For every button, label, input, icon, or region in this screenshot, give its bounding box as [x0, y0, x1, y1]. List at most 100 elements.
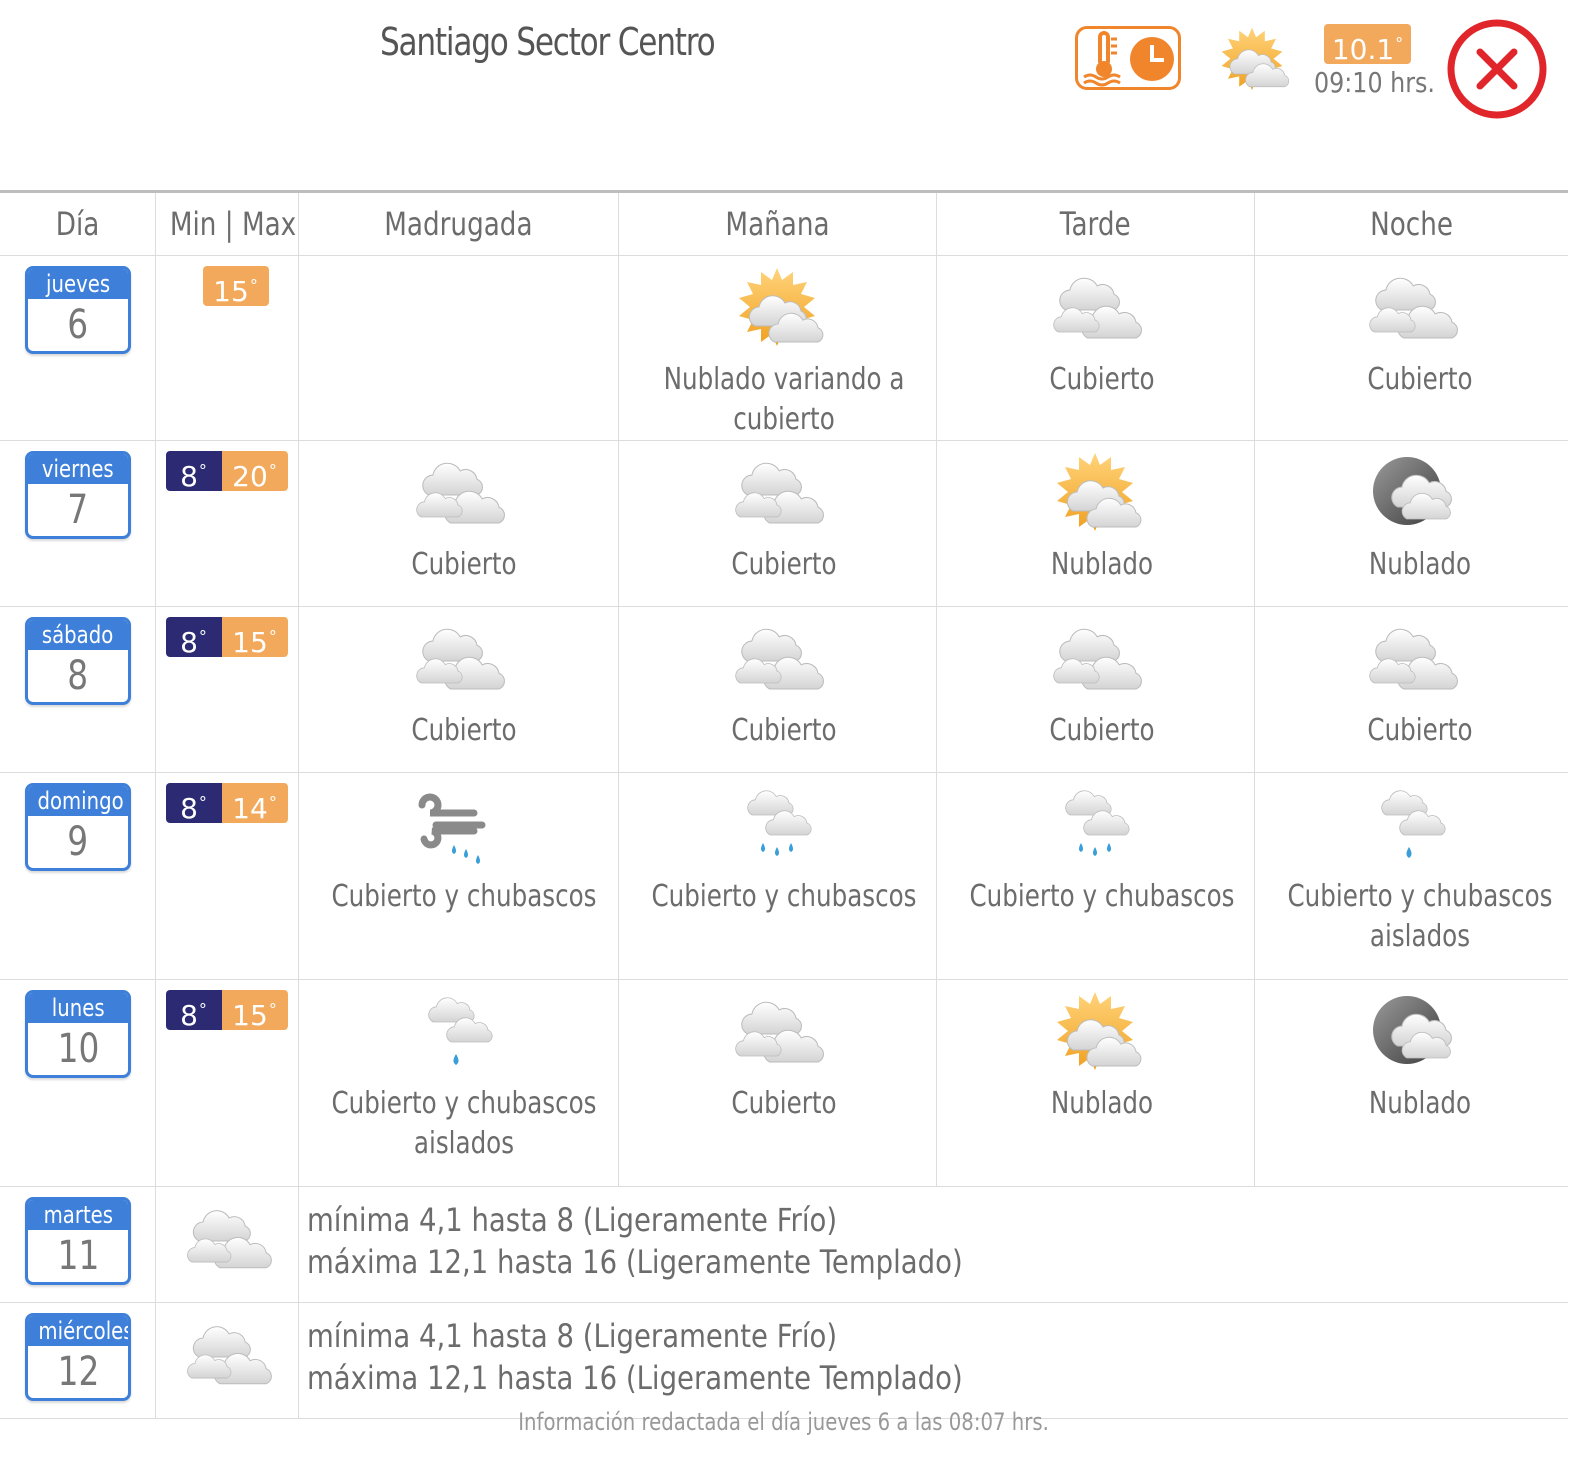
- forecast-table: Día Min | Max Madrugada Mañana Tarde Noc…: [0, 190, 1568, 1419]
- moon-cloud-icon: [1361, 990, 1461, 1080]
- overcast-icon: [727, 451, 827, 541]
- period-description: Nublado variando a cubierto: [663, 362, 904, 437]
- period-description: Nublado: [1050, 547, 1153, 582]
- minmax-cell: 15°: [154, 255, 299, 441]
- table-row: sábado 8 8° 15° Cubierto Cubierto Cubierto Cu…: [0, 606, 1568, 773]
- max-temperature: 15°: [202, 266, 269, 308]
- column-header-minmax: Min | Max: [154, 191, 299, 256]
- max-range-text: máxima 12,1 hasta 16 (Ligeramente Templa…: [306, 1359, 963, 1397]
- day-badge: jueves 6: [25, 266, 131, 354]
- day-badge: sábado 8: [25, 617, 131, 705]
- day-number: 8: [67, 653, 89, 699]
- period-cell: Cubierto: [935, 606, 1255, 773]
- overcast-icon: [1045, 617, 1145, 707]
- min-temperature: 8°: [165, 990, 222, 1032]
- period-cell: Cubierto: [617, 979, 937, 1187]
- partly-cloudy-sun-icon: [1212, 26, 1292, 98]
- period-description: Cubierto: [730, 547, 837, 582]
- overcast-icon: [1361, 266, 1461, 356]
- day-badge: domingo 9: [25, 783, 131, 871]
- day-name: jueves: [28, 269, 128, 299]
- cloud-drop-icon: [408, 990, 508, 1080]
- day-name: domingo: [28, 786, 128, 816]
- min-range-text: mínima 4,1 hasta 8 (Ligeramente Frío): [306, 1201, 837, 1239]
- day-badge: miércoles 12: [25, 1313, 131, 1401]
- footer-note: Información redactada el día jueves 6 a …: [518, 1408, 1050, 1436]
- thermometer-clock-button[interactable]: [1075, 26, 1181, 90]
- period-description: Cubierto: [410, 547, 517, 582]
- period-cell: Nublado: [935, 440, 1255, 607]
- period-description: Cubierto: [410, 713, 517, 748]
- max-temperature: 14°: [221, 783, 288, 825]
- period-cell: Cubierto y chubascos: [297, 772, 619, 980]
- overcast-icon: [408, 617, 508, 707]
- day-cell: martes 11: [0, 1186, 156, 1303]
- day-cell: sábado 8: [0, 606, 156, 773]
- table-row: domingo 9 8° 14° Cubierto y chubascos Cubie…: [0, 772, 1568, 980]
- day-number: 7: [67, 487, 89, 533]
- sun-cloud-icon: [1045, 990, 1145, 1080]
- minmax-cell: 8° 15°: [154, 979, 299, 1187]
- table-row: jueves 6 15° Nublado variando a cubierto C…: [0, 255, 1568, 441]
- minmax-cell: 8° 20°: [154, 440, 299, 607]
- current-temperature: 10.1°: [1324, 24, 1411, 66]
- current-time: 09:10 hrs.: [1314, 66, 1435, 99]
- period-cell: Cubierto y chubascos: [617, 772, 937, 980]
- minmax-cell: [154, 1302, 299, 1419]
- min-range-text: mínima 4,1 hasta 8 (Ligeramente Frío): [306, 1317, 837, 1355]
- period-cell: Nublado variando a cubierto: [617, 255, 937, 441]
- overcast-icon: [1045, 266, 1145, 356]
- day-cell: lunes 10: [0, 979, 156, 1187]
- column-header-madrugada: Madrugada: [297, 191, 619, 256]
- close-button[interactable]: [1446, 18, 1548, 120]
- sun-cloud-icon: [1045, 451, 1145, 541]
- period-description: Nublado: [1050, 1086, 1153, 1121]
- day-cell: miércoles 12: [0, 1302, 156, 1419]
- overcast-icon: [727, 617, 827, 707]
- period-cell: Nublado: [935, 979, 1255, 1187]
- day-number: 12: [57, 1349, 99, 1395]
- day-name: lunes: [28, 993, 128, 1023]
- day-name: viernes: [28, 454, 128, 484]
- period-cell: Cubierto: [617, 606, 937, 773]
- period-description: Cubierto y chubascos: [969, 879, 1234, 914]
- period-description: Cubierto y chubascos: [331, 879, 596, 914]
- period-cell: Cubierto: [1253, 255, 1568, 441]
- max-temperature: 15°: [221, 990, 288, 1032]
- location-title: Santiago Sector Centro: [380, 20, 716, 64]
- period-cell: Cubierto: [617, 440, 937, 607]
- extended-forecast-cell: mínima 4,1 hasta 8 (Ligeramente Frío) má…: [297, 1186, 1568, 1303]
- day-name: sábado: [28, 620, 128, 650]
- period-cell: Nublado: [1253, 979, 1568, 1187]
- period-description: Cubierto: [730, 1086, 837, 1121]
- extended-forecast-cell: mínima 4,1 hasta 8 (Ligeramente Frío) má…: [297, 1302, 1568, 1419]
- day-cell: domingo 9: [0, 772, 156, 980]
- period-cell: [297, 255, 619, 441]
- day-number: 10: [57, 1026, 99, 1072]
- table-row-extended: martes 11 mínima 4,1 hasta 8 (Ligerament…: [0, 1186, 1568, 1303]
- column-header-manana: Mañana: [617, 191, 937, 256]
- period-cell: Cubierto: [1253, 606, 1568, 773]
- cloud-rain-icon: [1045, 783, 1145, 873]
- day-number: 11: [57, 1233, 99, 1279]
- table-row: lunes 10 8° 15° Cubierto y chubascos aisla…: [0, 979, 1568, 1187]
- minmax-cell: [154, 1186, 299, 1303]
- period-description: Cubierto: [1366, 362, 1473, 397]
- period-cell: Cubierto y chubascos aislados: [1253, 772, 1568, 980]
- table-row: viernes 7 8° 20° Cubierto Cubierto Nublado Nu…: [0, 440, 1568, 607]
- period-description: Cubierto: [1048, 362, 1155, 397]
- min-temperature: 8°: [165, 617, 222, 659]
- column-header-noche: Noche: [1253, 191, 1568, 256]
- period-description: Cubierto: [730, 713, 837, 748]
- min-temperature: 8°: [165, 783, 222, 825]
- period-cell: Cubierto: [297, 606, 619, 773]
- period-description: Cubierto: [1366, 713, 1473, 748]
- minmax-cell: 8° 14°: [154, 772, 299, 980]
- period-description: Cubierto y chubascos: [651, 879, 916, 914]
- period-cell: Cubierto: [297, 440, 619, 607]
- overcast-icon: [179, 1199, 275, 1285]
- day-cell: viernes 7: [0, 440, 156, 607]
- max-range-text: máxima 12,1 hasta 16 (Ligeramente Templa…: [306, 1243, 963, 1281]
- period-description: Nublado: [1368, 1086, 1471, 1121]
- column-header-tarde: Tarde: [935, 191, 1255, 256]
